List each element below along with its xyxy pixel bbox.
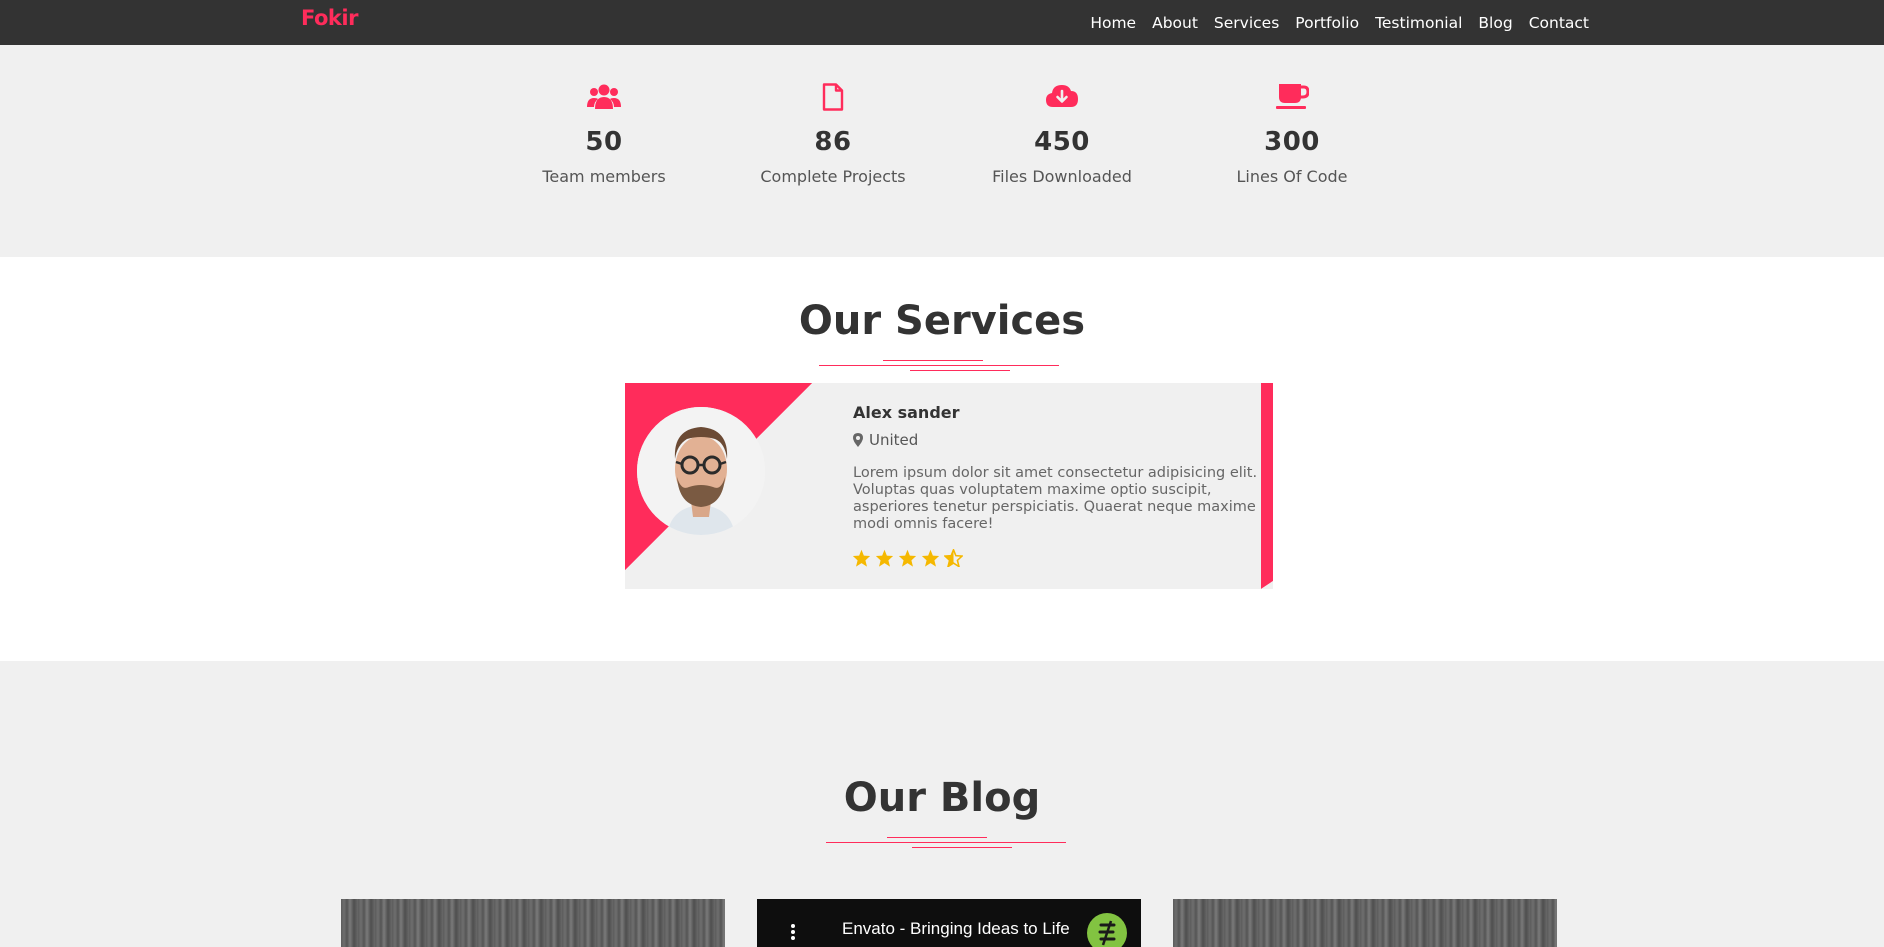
more-options-icon[interactable]: [790, 923, 796, 941]
nav-link-about[interactable]: About: [1152, 14, 1198, 32]
services-section: Our Services Alex sander United Lorem ip…: [0, 257, 1884, 661]
avatar: [637, 407, 765, 535]
navbar: Fokir Home About Services Portfolio Test…: [0, 0, 1884, 45]
blog-post-image[interactable]: [341, 899, 725, 947]
users-icon: [514, 83, 694, 119]
counter-lines-of-code: 300 Lines Of Code: [1202, 83, 1382, 186]
blog-title: Our Blog: [843, 775, 1041, 821]
card-location-text: United: [869, 431, 919, 449]
nav-link-blog[interactable]: Blog: [1478, 14, 1512, 32]
cloud-download-icon: [972, 83, 1152, 119]
services-title: Our Services: [798, 298, 1086, 344]
nav-link-contact[interactable]: Contact: [1529, 14, 1589, 32]
coffee-cup-icon: [1202, 83, 1382, 119]
nav-link-home[interactable]: Home: [1090, 14, 1136, 32]
star-half-icon: [944, 549, 963, 567]
blog-section: Our Blog Envato - Bringing Ideas to Life: [0, 661, 1884, 947]
star-icon: [875, 549, 894, 567]
counter-label: Lines Of Code: [1236, 167, 1348, 186]
counter-value: 50: [585, 127, 623, 157]
card-description: Lorem ipsum dolor sit amet consectetur a…: [853, 465, 1258, 532]
service-card: Alex sander United Lorem ipsum dolor sit…: [625, 383, 1273, 589]
nav-link-services[interactable]: Services: [1214, 14, 1279, 32]
map-marker-icon: [853, 433, 863, 447]
counter-label: Complete Projects: [760, 167, 906, 186]
star-rating: [852, 549, 963, 567]
blog-post-video[interactable]: Envato - Bringing Ideas to Life: [757, 899, 1141, 947]
nav-menu: Home About Services Portfolio Testimonia…: [1090, 0, 1589, 45]
counter-complete-projects: 86 Complete Projects: [743, 83, 923, 186]
blog-title-divider: [0, 837, 1884, 853]
counter-value: 300: [1264, 127, 1320, 157]
counter-label: Files Downloaded: [992, 167, 1132, 186]
video-title[interactable]: Envato - Bringing Ideas to Life: [842, 919, 1070, 939]
counter-team-members: 50 Team members: [514, 83, 694, 186]
star-icon: [852, 549, 871, 567]
envato-logo-icon: [1087, 913, 1127, 947]
counter-value: 86: [814, 127, 852, 157]
counter-value: 450: [1034, 127, 1090, 157]
file-icon: [743, 83, 923, 119]
counter-files-downloaded: 450 Files Downloaded: [972, 83, 1152, 186]
brand-logo[interactable]: Fokir: [301, 6, 358, 30]
nav-link-testimonial[interactable]: Testimonial: [1375, 14, 1462, 32]
card-location: United: [853, 431, 918, 449]
counters-section: 50 Team members 86 Complete Projects 450…: [0, 45, 1884, 257]
card-name: Alex sander: [853, 403, 960, 422]
nav-link-portfolio[interactable]: Portfolio: [1295, 14, 1359, 32]
star-icon: [921, 549, 940, 567]
services-title-divider: [0, 360, 1884, 376]
blog-post-image[interactable]: [1173, 899, 1557, 947]
star-icon: [898, 549, 917, 567]
counter-label: Team members: [542, 167, 666, 186]
